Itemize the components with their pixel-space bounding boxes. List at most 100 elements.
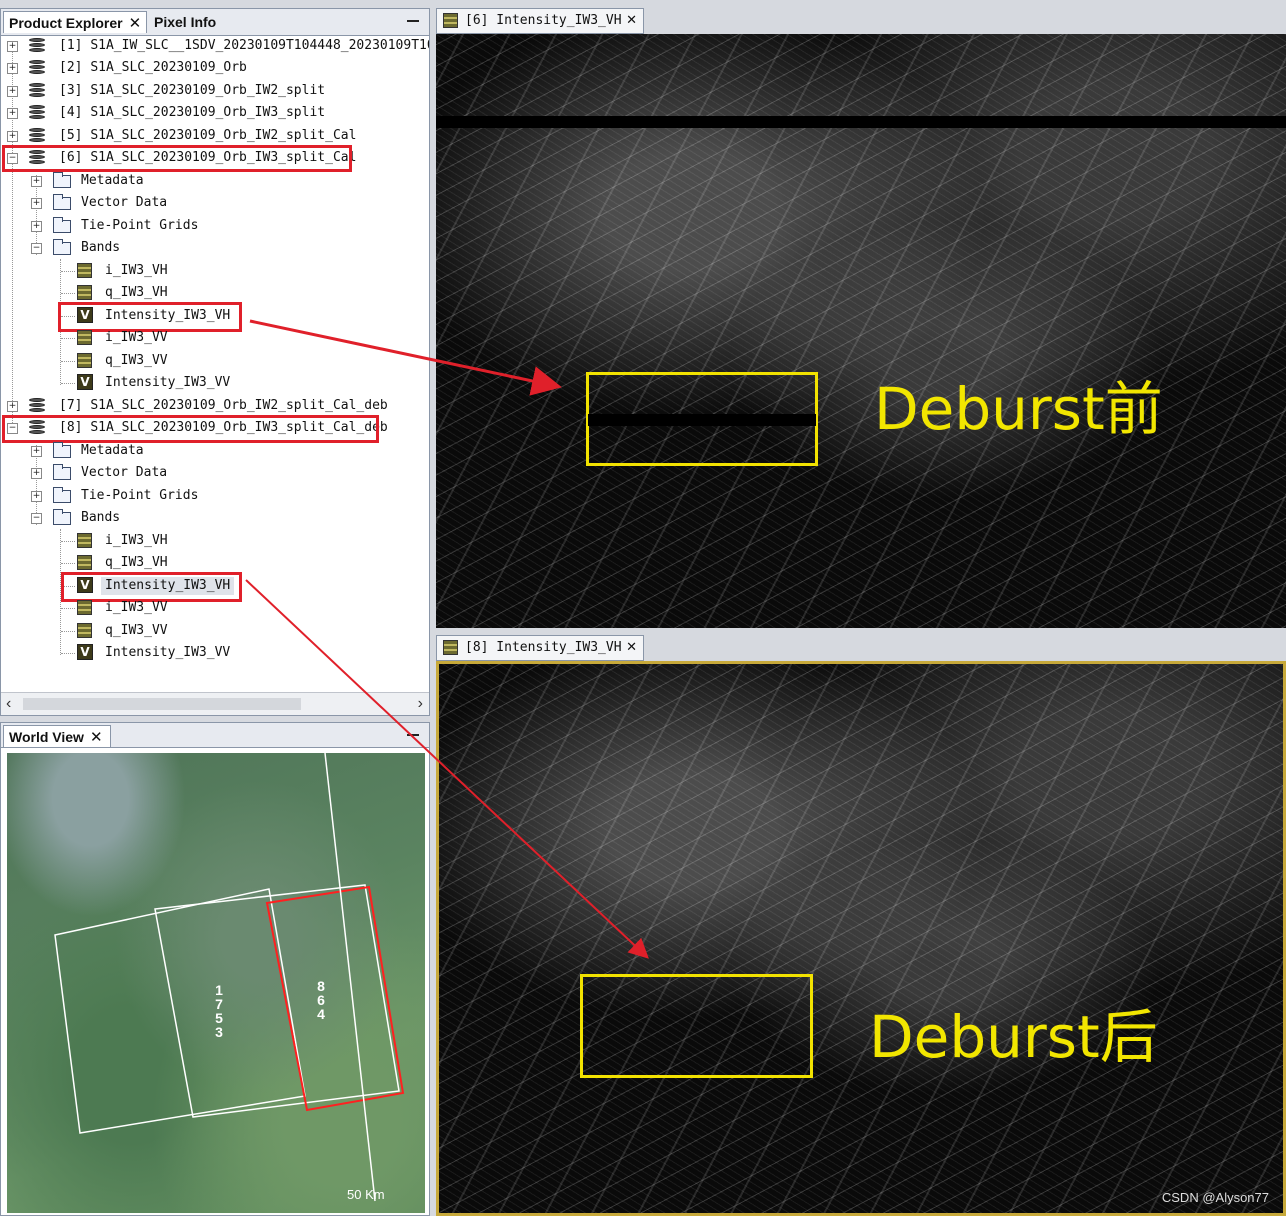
tree-item-tie-point-grids[interactable]: + Tie-Point Grids [1, 215, 301, 237]
tree-item-bands[interactable]: − Bands [1, 237, 301, 259]
tab-pixel-info[interactable]: Pixel Info [149, 11, 239, 33]
product-label: [2] S1A_SLC_20230109_Orb [59, 60, 247, 75]
product-label: [4] S1A_SLC_20230109_Orb_IW3_split [59, 105, 326, 120]
expand-icon[interactable]: + [31, 176, 42, 187]
tree-item-band[interactable]: V Intensity_IW3_VV [1, 642, 301, 664]
annotation-text: Deburst后 [869, 1003, 1158, 1071]
tree-item-vector-data[interactable]: + Vector Data [1, 192, 301, 214]
tree-guide [61, 608, 75, 609]
minimize-icon[interactable] [407, 734, 419, 736]
tree-item-bands[interactable]: − Bands [1, 507, 301, 529]
footprint-labels-right: 864 [317, 978, 325, 1022]
tab-world-view[interactable]: World View ✕ [3, 725, 111, 747]
annotation-box [580, 974, 813, 1078]
tree-guide [61, 653, 75, 654]
sar-image [439, 664, 1283, 1213]
virtual-band-icon: V [77, 374, 93, 390]
close-icon[interactable]: ✕ [90, 729, 103, 746]
folder-label: Bands [81, 510, 121, 525]
scale-bar [324, 753, 376, 1202]
watermark: CSDN @Alyson77 [1161, 1190, 1269, 1205]
tree-item-tie-point-grids[interactable]: + Tie-Point Grids [1, 485, 301, 507]
band-label: i_IW3_VV [105, 330, 168, 345]
expand-icon[interactable]: + [7, 401, 18, 412]
minimize-icon[interactable] [407, 20, 419, 22]
scroll-left-icon[interactable]: ‹ [6, 695, 11, 713]
tree-item-metadata[interactable]: + Metadata [1, 170, 301, 192]
image-view-before[interactable]: Deburst前 [436, 34, 1286, 628]
tree-item-band[interactable]: i_IW3_VH [1, 530, 301, 552]
product-label: [7] S1A_SLC_20230109_Orb_IW2_split_Cal_d… [59, 398, 388, 413]
horizontal-scrollbar[interactable]: ‹ › [1, 692, 429, 715]
close-icon[interactable]: ✕ [626, 9, 637, 33]
expand-icon[interactable]: + [31, 446, 42, 457]
tab-view-8[interactable]: [8] Intensity_IW3_VH ✕ [436, 635, 644, 661]
tree-item-product-7[interactable]: + [7] S1A_SLC_20230109_Orb_IW2_split_Cal… [1, 395, 429, 417]
tree-item-band[interactable]: q_IW3_VV [1, 350, 301, 372]
expand-icon[interactable]: + [31, 491, 42, 502]
expand-icon[interactable]: + [7, 63, 18, 74]
tree-guide [61, 563, 75, 564]
tree-item-product-4[interactable]: + [4] S1A_SLC_20230109_Orb_IW3_split [1, 102, 429, 124]
tree-item-band[interactable]: V Intensity_IW3_VV [1, 372, 301, 394]
tab-view-6[interactable]: [6] Intensity_IW3_VH ✕ [436, 8, 644, 34]
tree-guide [61, 631, 75, 632]
product-tree: + [1] S1A_IW_SLC__1SDV_20230109T104448_2… [1, 35, 429, 695]
band-label: Intensity_IW3_VV [105, 375, 231, 390]
world-map[interactable]: 1753 864 50 Km [7, 753, 425, 1213]
tab-world-view-label: World View [9, 729, 84, 745]
band-label: q_IW3_VH [105, 555, 168, 570]
expand-icon[interactable]: + [31, 198, 42, 209]
tree-guide [61, 541, 75, 542]
tree-item-metadata[interactable]: + Metadata [1, 440, 301, 462]
folder-label: Metadata [81, 443, 144, 458]
image-view-after[interactable]: Deburst后 CSDN @Alyson77 [436, 661, 1286, 1216]
tab-product-explorer-label: Product Explorer [9, 15, 123, 31]
band-icon [443, 640, 458, 655]
close-icon[interactable]: ✕ [626, 636, 637, 660]
tree-guide [61, 293, 75, 294]
tree-item-band[interactable]: i_IW3_VV [1, 327, 301, 349]
expand-icon[interactable]: + [7, 131, 18, 142]
product-icon [29, 38, 45, 53]
tree-item-product-1[interactable]: + [1] S1A_IW_SLC__1SDV_20230109T104448_2… [1, 35, 429, 57]
tree-item-band[interactable]: i_IW3_VV [1, 597, 301, 619]
scrollbar-thumb[interactable] [23, 698, 301, 710]
tab-product-explorer[interactable]: Product Explorer ✕ [3, 11, 147, 33]
band-icon [77, 600, 92, 615]
expand-icon[interactable]: + [31, 221, 42, 232]
tree-guide [61, 338, 75, 339]
tree-item-vector-data[interactable]: + Vector Data [1, 462, 301, 484]
folder-open-icon [53, 509, 71, 525]
product-label: [3] S1A_SLC_20230109_Orb_IW2_split [59, 83, 326, 98]
band-label: i_IW3_VH [105, 533, 168, 548]
tree-item-band[interactable]: q_IW3_VV [1, 620, 301, 642]
product-label: [5] S1A_SLC_20230109_Orb_IW2_split_Cal [59, 128, 357, 143]
tree-item-product-3[interactable]: + [3] S1A_SLC_20230109_Orb_IW2_split [1, 80, 429, 102]
tree-item-product-2[interactable]: + [2] S1A_SLC_20230109_Orb [1, 57, 429, 79]
expand-icon[interactable]: + [7, 108, 18, 119]
folder-label: Vector Data [81, 195, 168, 210]
expand-icon[interactable]: + [7, 41, 18, 52]
close-icon[interactable]: ✕ [129, 15, 142, 32]
world-view-tabbar: World View ✕ [1, 723, 429, 748]
tree-item-band[interactable]: q_IW3_VH [1, 282, 301, 304]
band-icon [77, 533, 92, 548]
collapse-icon[interactable]: − [31, 513, 42, 524]
band-icon [77, 285, 92, 300]
expand-icon[interactable]: + [7, 86, 18, 97]
tree-item-product-5[interactable]: + [5] S1A_SLC_20230109_Orb_IW2_split_Cal [1, 125, 429, 147]
scroll-right-icon[interactable]: › [418, 695, 423, 713]
footprint-iw1 [54, 888, 306, 1134]
folder-label: Tie-Point Grids [81, 218, 199, 233]
expand-icon[interactable]: + [31, 468, 42, 479]
highlight-box [2, 415, 379, 443]
product-label: [1] S1A_IW_SLC__1SDV_20230109T104448_202… [59, 38, 429, 53]
tree-item-band[interactable]: q_IW3_VH [1, 552, 301, 574]
band-label: Intensity_IW3_VV [105, 645, 231, 660]
scale-label: 50 Km [347, 1187, 385, 1202]
tab-pixel-info-label: Pixel Info [154, 14, 217, 30]
footprint-labels-left: 1753 [215, 982, 223, 1040]
tree-item-band[interactable]: i_IW3_VH [1, 260, 301, 282]
collapse-icon[interactable]: − [31, 243, 42, 254]
